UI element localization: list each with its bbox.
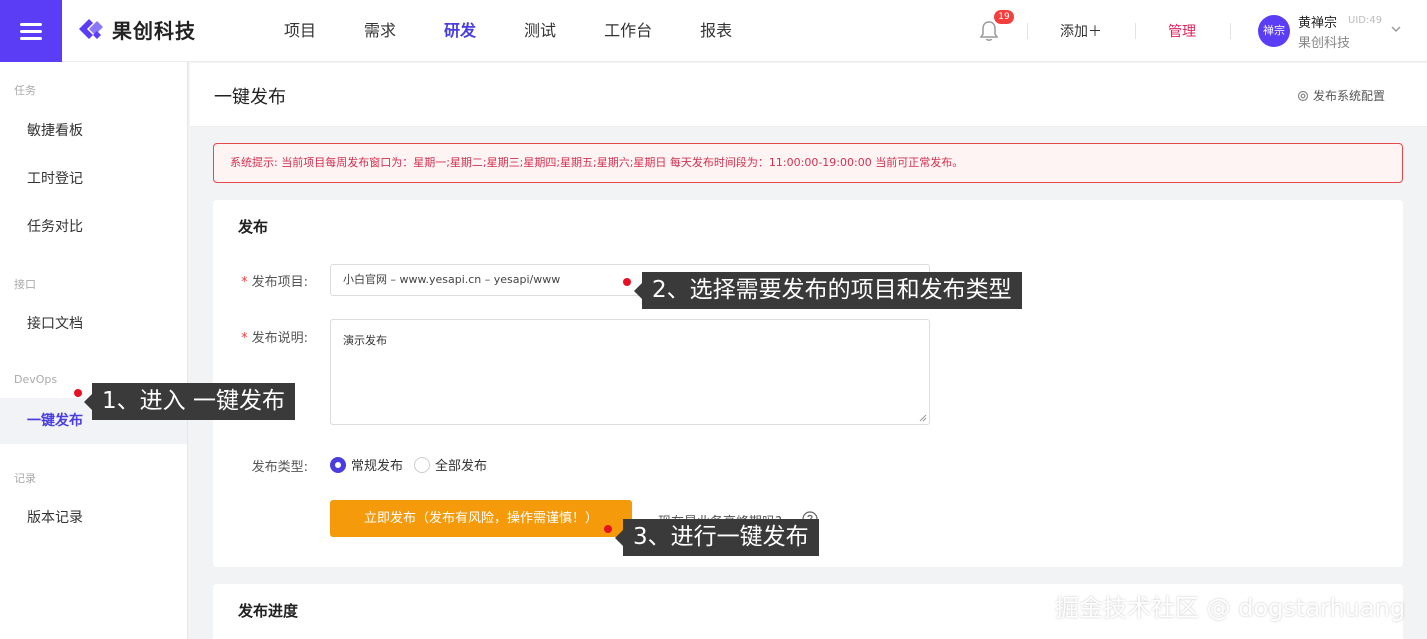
radio-label: 常规发布 <box>351 459 404 474</box>
user-name[interactable]: 黄禅宗 <box>1298 12 1337 31</box>
section-title: 发布 <box>238 218 269 236</box>
sidebar-item-compare[interactable]: 任务对比 <box>0 204 187 250</box>
divider <box>1027 23 1028 39</box>
chevron-down-icon[interactable] <box>1390 23 1402 35</box>
notification-badge: 19 <box>994 10 1014 24</box>
radio-regular-publish[interactable]: 常规发布 <box>330 455 403 474</box>
nav-item-testing[interactable]: 测试 <box>524 0 556 62</box>
page-header: 一键发布 发布系统配置 <box>190 63 1427 127</box>
user-uid: UID:49 <box>1348 15 1383 26</box>
top-bar: 果创科技 项目 需求 研发 测试 工作台 报表 19 添加＋ 管理 禅宗 黄禅宗… <box>0 0 1427 62</box>
desc-label-text: 发布说明: <box>251 331 308 346</box>
nav-item-project[interactable]: 项目 <box>284 0 316 62</box>
annotation-step-3: 3、进行一键发布 <box>623 519 819 556</box>
config-link[interactable]: 发布系统配置 <box>1297 87 1385 104</box>
sidebar-item-worklog[interactable]: 工时登记 <box>0 156 187 202</box>
add-button[interactable]: 添加＋ <box>1060 21 1102 41</box>
annotation-dot <box>604 525 612 533</box>
divider <box>1230 23 1231 39</box>
annotation-step-1: 1、进入 一键发布 <box>92 383 295 420</box>
publish-now-button[interactable]: 立即发布（发布有风险，操作需谨慎！） <box>330 500 632 537</box>
type-label: 发布类型: <box>251 460 308 475</box>
user-org: 果创科技 <box>1298 36 1351 51</box>
required-mark: * <box>241 275 248 290</box>
desc-textarea[interactable]: 演示发布 <box>330 319 930 425</box>
nav-item-workbench[interactable]: 工作台 <box>604 0 652 62</box>
avatar[interactable]: 禅宗 <box>1258 15 1290 47</box>
brand-name: 果创科技 <box>112 18 196 43</box>
hamburger-icon <box>20 21 42 42</box>
resize-grip-icon[interactable] <box>919 414 927 422</box>
sidebar-item-apidoc[interactable]: 接口文档 <box>0 301 187 347</box>
menu-toggle-button[interactable] <box>0 0 62 62</box>
sidebar-group-api: 接口 <box>14 278 36 291</box>
project-label: * 发布项目: <box>213 271 308 290</box>
desc-value: 演示发布 <box>343 334 387 347</box>
nav-item-requirement[interactable]: 需求 <box>364 0 396 62</box>
project-label-text: 发布项目: <box>251 275 308 290</box>
annotation-arrow <box>84 394 92 410</box>
system-alert: 系统提示: 当前项目每周发布窗口为：星期一;星期二;星期三;星期四;星期五;星期… <box>213 143 1403 183</box>
nav-item-report[interactable]: 报表 <box>700 0 732 62</box>
gear-icon <box>1297 90 1309 101</box>
radio-full-publish[interactable]: 全部发布 <box>414 455 487 474</box>
sidebar-group-record: 记录 <box>14 472 36 485</box>
annotation-dot <box>74 389 82 397</box>
radio-checked-icon <box>330 456 346 473</box>
page-title: 一键发布 <box>214 87 286 108</box>
annotation-step-2: 2、选择需要发布的项目和发布类型 <box>642 272 1022 309</box>
watermark: 掘金技术社区 @ dogstarhuang <box>1055 594 1406 622</box>
manage-link[interactable]: 管理 <box>1168 21 1196 41</box>
annotation-arrow <box>615 530 623 546</box>
sidebar-item-version[interactable]: 版本记录 <box>0 495 187 541</box>
sidebar: 任务 敏捷看板 工时登记 任务对比 接口 接口文档 DevOps 一键发布 记录… <box>0 62 188 639</box>
radio-unchecked-icon <box>414 456 430 473</box>
logo[interactable]: 果创科技 <box>76 14 196 44</box>
annotation-arrow <box>634 283 642 299</box>
required-mark: * <box>241 331 248 346</box>
progress-title: 发布进度 <box>238 602 299 620</box>
config-link-label: 发布系统配置 <box>1313 89 1386 103</box>
desc-label: * 发布说明: <box>213 327 308 346</box>
sidebar-group-devops: DevOps <box>14 373 58 386</box>
divider <box>1135 23 1136 39</box>
sidebar-item-kanban[interactable]: 敏捷看板 <box>0 108 187 154</box>
nav-item-development[interactable]: 研发 <box>444 0 476 62</box>
annotation-dot <box>623 278 631 286</box>
publish-card: 发布 * 发布项目: 小白官网 – www.yesapi.cn – yesapi/… <box>213 200 1403 567</box>
radio-label: 全部发布 <box>435 459 488 474</box>
sidebar-group-task: 任务 <box>14 84 36 97</box>
logo-icon <box>79 19 103 39</box>
main-nav: 项目 需求 研发 测试 工作台 报表 <box>284 0 780 62</box>
